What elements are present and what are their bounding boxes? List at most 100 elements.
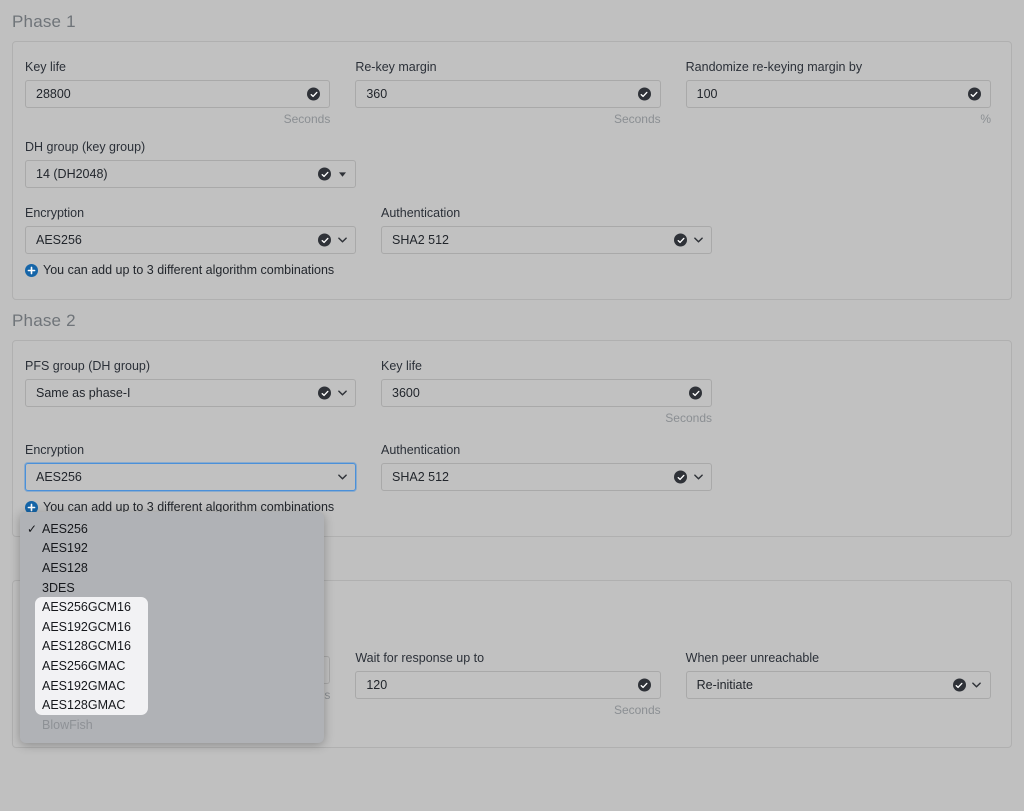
input-wait-for-response[interactable]: 120 [355, 671, 661, 699]
label-wait-for-response: Wait for response up to [355, 651, 485, 665]
dropdown-option-label: AES256GCM16 [42, 600, 131, 615]
input-randomize-margin[interactable]: 100 [685, 80, 991, 108]
ipsec-profile-page: Phase 1 Key life 28800 Seconds Re-key ma… [0, 0, 1024, 811]
value-phase1-authentication: SHA2 512 [392, 233, 449, 247]
select-pfs-group[interactable]: Same as phase-I [25, 379, 356, 407]
value-randomize-margin: 100 [696, 87, 718, 101]
select-dh-group[interactable]: 14 (DH2048) [25, 160, 356, 188]
label-rekey-margin: Re-key margin [355, 60, 437, 74]
label-phase2-key-life: Key life [381, 359, 422, 373]
select-phase1-encryption[interactable]: AES256 [25, 226, 356, 254]
chevron-down-icon[interactable] [337, 235, 347, 245]
dropdown-option[interactable]: AES192GCM16 [20, 617, 324, 637]
chevron-down-icon[interactable] [693, 235, 703, 245]
input-phase2-key-life[interactable]: 3600 [381, 379, 712, 407]
label-phase2-encryption: Encryption [25, 443, 85, 457]
dropdown-option-list: ✓ AES256 AES192 AES128 3DES AES256GCM16 AES192… [20, 519, 324, 735]
section-title-phase-2: Phase 2 [12, 311, 76, 330]
field-phase1-encryption: Encryption AES256 [25, 206, 356, 254]
suffix-key-life: Seconds [283, 112, 331, 126]
field-phase1-rekey-margin: Re-key margin 360 Seconds [355, 60, 661, 126]
field-phase1-authentication: Authentication SHA2 512 [381, 206, 712, 254]
field-phase1-randomize-margin: Randomize re-keying margin by 100 % [685, 60, 991, 126]
plus-circle-icon [25, 263, 38, 277]
dropdown-option-label: AES128GCM16 [42, 639, 131, 654]
check-circle-icon [637, 87, 651, 101]
suffix-phase2-key-life: Seconds [665, 411, 712, 425]
section-phase-2: Phase 2 PFS group (DH group) Same as pha… [0, 300, 1024, 537]
suffix-randomize-margin: % [980, 112, 991, 126]
dropdown-option-label: 3DES [42, 580, 75, 595]
check-circle-icon [689, 386, 702, 400]
phase2-row-pfs: PFS group (DH group) Same as phase-I Key… [25, 359, 991, 425]
phase2-row-algorithms: Encryption AES256 Authentication SHA2 51… [25, 443, 991, 491]
dropdown-option-label: BlowFish [42, 717, 93, 732]
panel-phase-2: PFS group (DH group) Same as phase-I Key… [12, 340, 1012, 537]
label-pfs-group: PFS group (DH group) [25, 359, 151, 373]
dropdown-option-label: AES192GCM16 [42, 619, 131, 634]
dropdown-option-label: AES192GMAC [42, 678, 126, 693]
label-phase2-authentication: Authentication [381, 443, 461, 457]
phase1-row-dhgroup: DH group (key group) 14 (DH2048) [25, 140, 991, 188]
input-rekey-margin[interactable]: 360 [355, 80, 661, 108]
dropdown-option[interactable]: 3DES [20, 578, 324, 598]
field-wait-for-response: Wait for response up to 120 Seconds [355, 651, 661, 717]
check-circle-icon [307, 87, 321, 101]
dropdown-option[interactable]: AES128GCM16 [20, 637, 324, 657]
field-phase2-authentication: Authentication SHA2 512 [381, 443, 712, 491]
chevron-down-icon[interactable] [337, 388, 347, 398]
dropdown-option-label: AES256 [42, 521, 88, 536]
value-pfs-group: Same as phase-I [36, 386, 131, 400]
dropdown-option[interactable]: AES128 [20, 558, 324, 578]
select-phase1-authentication[interactable]: SHA2 512 [381, 226, 712, 254]
dropdown-option[interactable]: ✓ AES256 [20, 519, 324, 539]
dropdown-option-label: AES128 [42, 560, 88, 575]
select-phase2-encryption[interactable]: AES256 [25, 463, 356, 491]
field-phase2-encryption: Encryption AES256 [25, 443, 356, 491]
section-title-phase-1: Phase 1 [12, 12, 76, 31]
check-circle-icon [637, 678, 651, 692]
add-algorithm-hint-text-phase1: You can add up to 3 different algorithm … [43, 263, 335, 277]
dropdown-option: BlowFish [20, 715, 324, 735]
dropdown-option-label: AES128GMAC [42, 698, 126, 713]
field-phase2-key-life: Key life 3600 Seconds [381, 359, 712, 425]
check-circle-icon [952, 678, 966, 692]
dropdown-option[interactable]: AES256GCM16 [20, 597, 324, 617]
dropdown-option-label: AES192 [42, 541, 88, 556]
add-algorithm-hint-phase1[interactable]: You can add up to 3 different algorithm … [25, 263, 991, 277]
check-circle-icon [318, 386, 331, 400]
phase1-row-keylife: Key life 28800 Seconds Re-key margin 360 [25, 60, 991, 126]
label-key-life: Key life [25, 60, 66, 74]
triangle-down-icon[interactable] [337, 169, 347, 179]
value-phase1-encryption: AES256 [36, 233, 82, 247]
field-phase2-pfs-group: PFS group (DH group) Same as phase-I [25, 359, 356, 425]
label-authentication: Authentication [381, 206, 461, 220]
label-dh-group: DH group (key group) [25, 140, 146, 154]
dropdown-option[interactable]: AES192GMAC [20, 676, 324, 696]
value-phase2-encryption: AES256 [36, 470, 82, 484]
field-when-peer-unreachable: When peer unreachable Re-initiate [685, 651, 991, 717]
chevron-down-icon[interactable] [972, 680, 982, 690]
dropdown-option[interactable]: AES128GMAC [20, 695, 324, 715]
dropdown-option-label: AES256GMAC [42, 658, 126, 673]
check-circle-icon [967, 87, 981, 101]
chevron-down-icon[interactable] [693, 472, 703, 482]
select-phase2-authentication[interactable]: SHA2 512 [381, 463, 712, 491]
value-rekey-margin: 360 [366, 87, 388, 101]
field-phase1-key-life: Key life 28800 Seconds [25, 60, 331, 126]
dropdown-option[interactable]: AES192 [20, 539, 324, 559]
encryption-dropdown-menu[interactable]: ✓ AES256 AES192 AES128 3DES AES256GCM16 AES192… [20, 512, 324, 743]
value-key-life: 28800 [36, 87, 71, 101]
select-when-peer-unreachable[interactable]: Re-initiate [685, 671, 991, 699]
suffix-rekey-margin: Seconds [613, 112, 661, 126]
dropdown-option[interactable]: AES256GMAC [20, 656, 324, 676]
checkmark-icon: ✓ [27, 521, 38, 536]
value-phase2-key-life: 3600 [392, 386, 420, 400]
value-when-peer-unreachable: Re-initiate [696, 678, 753, 692]
value-phase2-authentication: SHA2 512 [392, 470, 449, 484]
chevron-down-icon[interactable] [337, 472, 347, 482]
input-key-life[interactable]: 28800 [25, 80, 331, 108]
label-encryption: Encryption [25, 206, 85, 220]
check-circle-icon [318, 167, 331, 181]
section-phase-1: Phase 1 Key life 28800 Seconds Re-key ma… [0, 0, 1024, 300]
